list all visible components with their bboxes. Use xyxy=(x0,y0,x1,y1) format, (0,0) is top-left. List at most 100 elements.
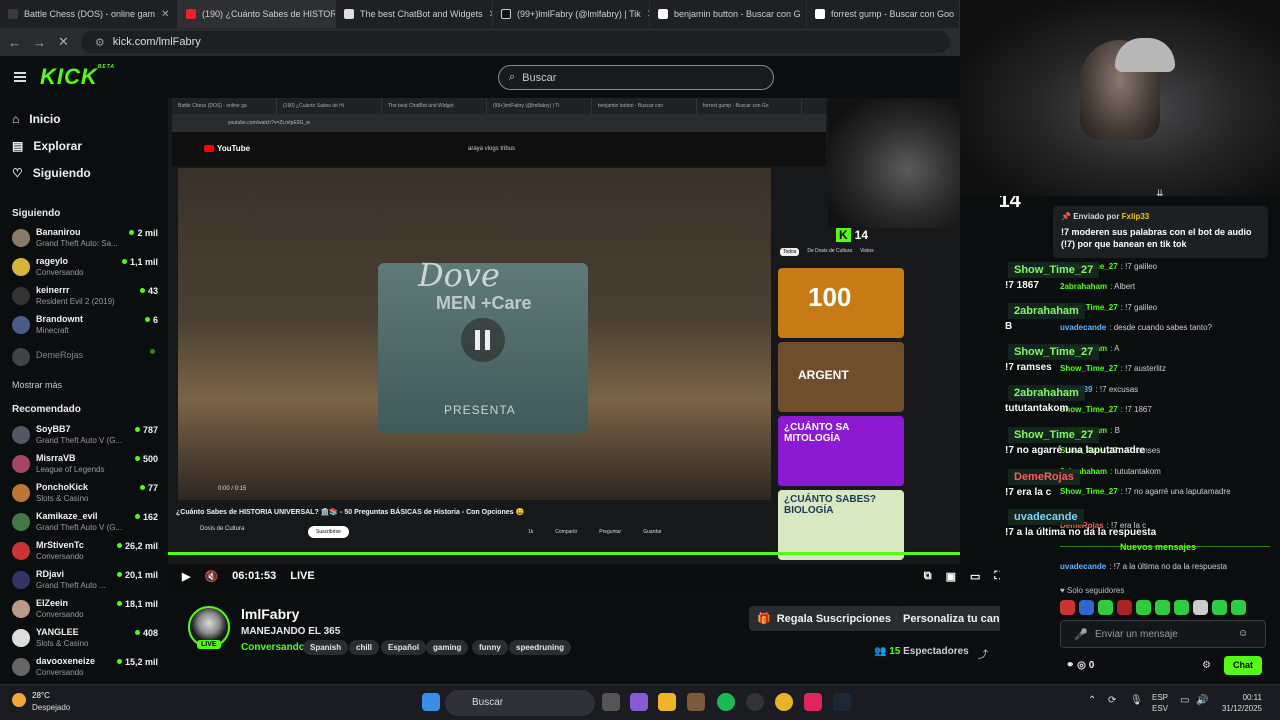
browser-tab[interactable]: Battle Chess (DOS) - online gam ✕ xyxy=(0,0,178,28)
collapse-icon[interactable]: ⇊ xyxy=(1156,188,1164,196)
taskbar-search[interactable]: Buscar xyxy=(445,690,595,716)
chat-message[interactable]: 2abrahaham: Albert xyxy=(1060,282,1135,291)
clock[interactable]: 00:11 31/12/2025 xyxy=(1214,692,1262,714)
task-view-icon[interactable] xyxy=(602,693,620,711)
steam-icon[interactable] xyxy=(833,693,851,711)
tray-chevron-icon[interactable]: ⌃ xyxy=(1088,695,1096,706)
tag[interactable]: speedruning xyxy=(509,640,572,655)
theater-icon[interactable]: ▭ xyxy=(970,570,980,583)
following-channel[interactable]: rageylo Conversando 1,1 mil xyxy=(12,255,160,282)
browser-tab[interactable]: forrest gump - Buscar con Goo✕ xyxy=(807,0,960,28)
site-info-icon[interactable]: ⚙ xyxy=(95,36,105,49)
emote-icon[interactable] xyxy=(1079,600,1094,615)
wifi-icon[interactable]: ▭ xyxy=(1180,695,1189,706)
tag[interactable]: chill xyxy=(349,640,380,655)
tag[interactable]: Español xyxy=(381,640,427,655)
forward-icon[interactable]: → xyxy=(33,35,46,50)
tts-username: 2abrahaham xyxy=(1008,385,1085,401)
close-tab-icon[interactable]: ✕ xyxy=(161,9,169,20)
stream-camera-preview xyxy=(828,98,960,228)
show-more-link[interactable]: Mostrar más xyxy=(0,380,62,390)
emote-icon[interactable] xyxy=(1098,600,1113,615)
chat-send-button[interactable]: Chat xyxy=(1224,656,1262,675)
emote-icon[interactable] xyxy=(1060,600,1075,615)
following-channel[interactable]: Bananirou Grand Theft Auto: Sa... 2 mil xyxy=(12,226,160,253)
home-icon: ⌂ xyxy=(12,111,20,126)
recommended-channel[interactable]: PonchoKick Slots & Casino 77 xyxy=(12,481,160,508)
volume-icon[interactable]: 🔊 xyxy=(1196,695,1208,706)
pinned-message[interactable]: 📌 Enviado por Fxlip33 !7 moderen sus pal… xyxy=(1053,206,1268,258)
chat-message[interactable]: Show_Time_27: !7 austerlitz xyxy=(1060,364,1166,373)
tiktok-app-icon[interactable] xyxy=(804,693,822,711)
emote-icon[interactable] xyxy=(1136,600,1151,615)
recommended-channel[interactable]: davooxeneize Conversando 15,2 mil xyxy=(12,655,160,682)
back-icon[interactable]: ← xyxy=(8,35,21,50)
tts-username: Show_Time_27 xyxy=(1008,344,1100,360)
chat-message[interactable]: uvadecande: !7 a la última no da la resp… xyxy=(1060,562,1227,571)
recommended-channel[interactable]: SoyBB7 Grand Theft Auto V (G... 787 xyxy=(12,423,160,450)
tag[interactable]: gaming xyxy=(426,640,469,655)
recommended-channel[interactable]: RDjavi Grand Theft Auto ... 20,1 mil xyxy=(12,568,160,595)
app-icon[interactable] xyxy=(687,693,705,711)
chat-panel: K14 📌 Enviado por Fxlip33 !7 moderen sus… xyxy=(1000,196,1280,684)
reload-icon[interactable]: ✕ xyxy=(58,34,69,50)
language-indicator[interactable]: ESP ESV xyxy=(1152,692,1168,714)
search-input[interactable]: ⌕ Buscar xyxy=(498,65,774,90)
emote-icon[interactable] xyxy=(1231,600,1246,615)
copilot-icon[interactable] xyxy=(630,693,648,711)
chrome-icon[interactable] xyxy=(775,693,793,711)
new-messages-label[interactable]: Nuevos mensajes xyxy=(1120,542,1196,552)
following-channel-offline[interactable]: DemeRojas xyxy=(12,345,160,372)
chat-message[interactable]: Show_Time_27: !7 1867 xyxy=(1060,405,1152,414)
recommended-channel[interactable]: MrStivenTc Conversando 26,2 mil xyxy=(12,539,160,566)
emote-icon[interactable] xyxy=(1174,600,1189,615)
file-explorer-icon[interactable] xyxy=(658,693,676,711)
network-tray-icon[interactable]: ⟳ xyxy=(1108,695,1116,706)
browser-tab[interactable]: benjamin button - Buscar con G✕ xyxy=(650,0,807,28)
link-icon[interactable]: ⚭ xyxy=(1066,660,1074,671)
pip-icon[interactable]: ⧉ xyxy=(924,570,932,583)
play-icon[interactable]: ▶ xyxy=(182,570,190,583)
tag[interactable]: funny xyxy=(472,640,508,655)
gift-subscriptions-button[interactable]: 🎁 Regala Suscripciones xyxy=(749,606,900,631)
stream-category[interactable]: Conversando xyxy=(241,642,305,653)
browser-tab[interactable]: The best ChatBot and Widgets✕ xyxy=(336,0,493,28)
recommended-channel[interactable]: YANGLEE Slots & Casino 408 xyxy=(12,626,160,653)
recommended-channel[interactable]: ElZeein Conversando 18,1 mil xyxy=(12,597,160,624)
mic-icon[interactable]: 🎤 xyxy=(1074,628,1088,641)
spotify-icon[interactable] xyxy=(717,693,735,711)
recommended-channel[interactable]: MisrraVB League of Legends 500 xyxy=(12,452,160,479)
tts-text: !7 1867 xyxy=(1005,280,1039,291)
emote-icon[interactable] xyxy=(1212,600,1227,615)
obs-icon[interactable] xyxy=(746,693,764,711)
chat-settings-icon[interactable]: ⚙ xyxy=(1202,660,1211,671)
sidebar-item-siguiendo[interactable]: ♡ Siguiendo xyxy=(0,159,168,186)
following-channel[interactable]: keinerrr Resident Evil 2 (2019) 43 xyxy=(12,284,160,311)
emote-icon[interactable] xyxy=(1117,600,1132,615)
url-field[interactable]: ⚙ kick.com/lmlFabry xyxy=(80,31,950,53)
browser-tab[interactable]: (190) ¿Cuánto Sabes de HISTORI✕ xyxy=(178,0,336,28)
emote-icon[interactable] xyxy=(1193,600,1208,615)
chat-message[interactable]: uvadecande: desde cuando sabes tanto? xyxy=(1060,323,1212,332)
sidebar-item-explorar[interactable]: ▤ Explorar xyxy=(0,132,168,159)
mic-tray-icon[interactable]: 🎙 xyxy=(1130,695,1143,706)
windows-start-icon[interactable] xyxy=(422,693,440,711)
menu-icon[interactable] xyxy=(14,72,26,82)
emote-icon[interactable] xyxy=(1155,600,1170,615)
kick-logo[interactable]: KICKBETA xyxy=(40,64,115,90)
clip-icon[interactable]: ▣ xyxy=(946,570,956,583)
following-channel[interactable]: Brandownt Minecraft 6 xyxy=(12,313,160,340)
stream-video[interactable]: Battle Chess (DOS) - online ga (190) ¿Cu… xyxy=(168,98,960,568)
channel-name[interactable]: lmlFabry xyxy=(241,606,299,622)
browser-tab[interactable]: (99+)lmlFabry (@lmlfabry) | Tik✕ xyxy=(493,0,650,28)
chat-points: ⚭ ◎ 0 xyxy=(1066,660,1095,671)
sidebar-item-inicio[interactable]: ⌂ Inicio xyxy=(0,105,168,132)
emoji-icon[interactable]: ☺ xyxy=(1238,628,1248,639)
share-icon[interactable]: ⤴ xyxy=(978,646,988,661)
recommended-channel[interactable]: Kamikaze_evil Grand Theft Auto V (G... 162 xyxy=(12,510,160,537)
tag[interactable]: Spanish xyxy=(303,640,349,655)
chat-message[interactable]: Show_Time_27: !7 no agarré una laputamad… xyxy=(1060,487,1231,496)
video-thumbnail: ¿CUÁNTO SABES? BIOLOGÍA xyxy=(778,490,904,560)
chat-input[interactable]: Enviar un mensaje xyxy=(1060,620,1266,648)
mute-icon[interactable]: 🔇 xyxy=(204,570,218,583)
